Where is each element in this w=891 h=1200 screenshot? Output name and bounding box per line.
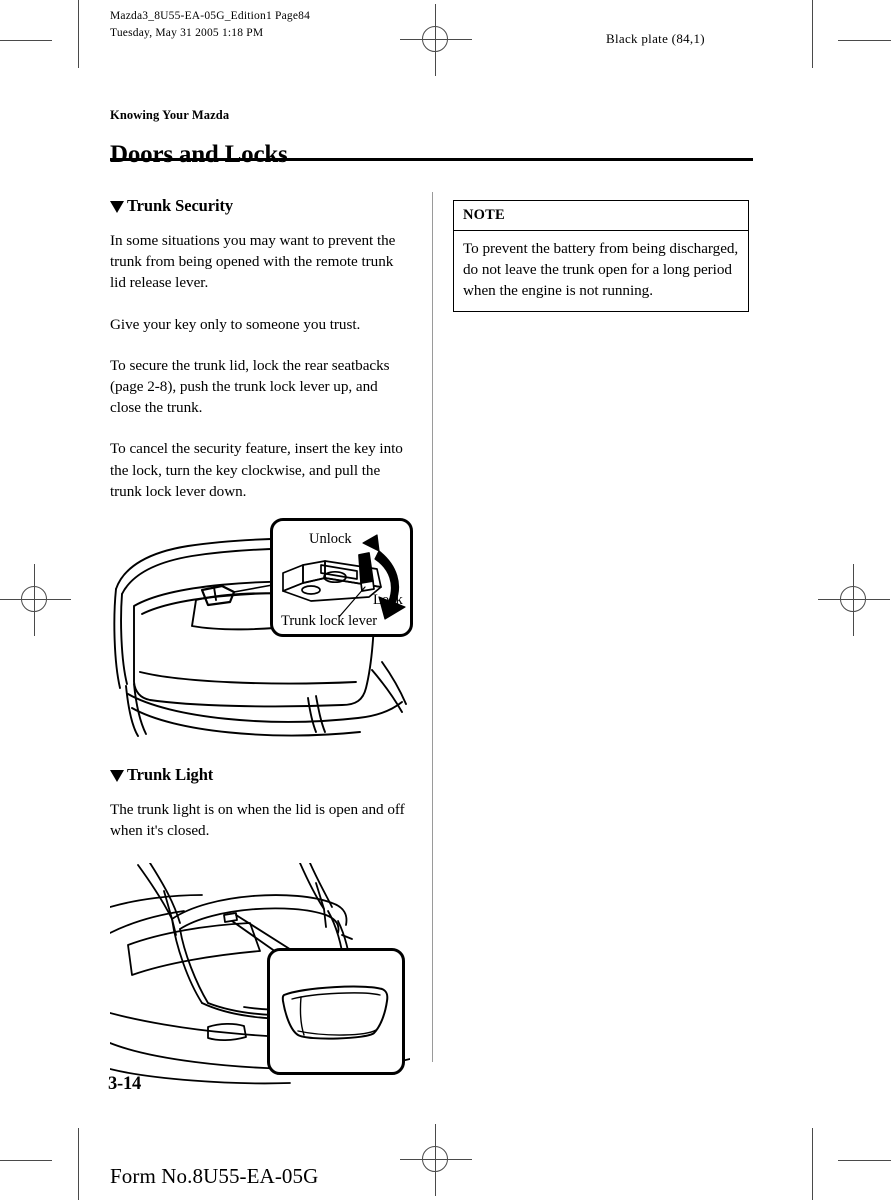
chapter-rule [110,158,753,161]
callout-label-lock: Lock [373,592,403,609]
section-heading-trunk-light-label: Trunk Light [127,765,214,785]
crop-mark-right-top [812,0,813,68]
crop-mark-left-top [78,0,79,68]
page-folio: 3-14 [108,1074,142,1094]
right-column: NOTE To prevent the battery from being d… [453,200,751,312]
column-divider [432,192,433,1062]
paragraph-trunk-light-1: The trunk light is on when the lid is op… [110,801,405,840]
registration-target-icon-left [0,564,71,636]
section-heading-trunk-security: Trunk Security [110,196,410,216]
left-column: Trunk Security In some situations you ma… [110,196,413,1088]
trunk-light-illustration [110,863,410,1088]
section-heading-trunk-security-label: Trunk Security [127,196,234,215]
crop-mark-top-right-horizontal [838,40,891,41]
paragraph-trunk-security-2: Give your key only to someone you trust. [110,315,361,333]
note-box: NOTE To prevent the battery from being d… [453,200,749,312]
paragraph-trunk-security-3: To secure the trunk lid, lock the rear s… [110,356,390,417]
running-head-right: Black plate (84,1) [606,31,705,46]
registration-target-icon-top [400,4,472,76]
running-head-left: Mazda3_8U55-EA-05G_Edition1 Page84 Tuesd… [110,10,311,39]
trunk-lock-lever-illustration: Unlock Lock Trunk lock lever [110,518,413,737]
registration-target-icon-bottom [400,1124,472,1196]
crop-mark-right-bottom [812,1128,813,1200]
form-number: Form No.8U55-EA-05G [110,1164,319,1188]
callout-label-trunk-lock-lever: Trunk lock lever [281,613,378,630]
triangle-down-icon [110,770,124,783]
paragraph-trunk-security-1: In some situations you may want to preve… [110,232,396,292]
paragraph-trunk-security-4: To cancel the security feature, insert t… [110,440,403,500]
crop-mark-bottom-right-horizontal [838,1160,891,1161]
crop-mark-left-bottom [78,1128,79,1200]
page-title: Doors and Locks [110,140,288,168]
section-heading-trunk-light: Trunk Light [110,765,410,785]
note-body: To prevent the battery from being discha… [463,240,739,300]
registration-target-icon-right [818,564,890,636]
callout-label-unlock: Unlock [309,531,352,548]
trunk-lock-lever-callout-box: Unlock Lock Trunk lock lever [270,518,413,638]
crop-mark-bottom-left-horizontal [0,1160,52,1161]
crop-mark-top-left-horizontal [0,40,52,41]
note-title: NOTE [454,201,748,231]
trunk-light-callout-box [267,948,405,1076]
triangle-down-icon [110,201,124,213]
chapter-kicker: Knowing Your Mazda [110,108,230,122]
